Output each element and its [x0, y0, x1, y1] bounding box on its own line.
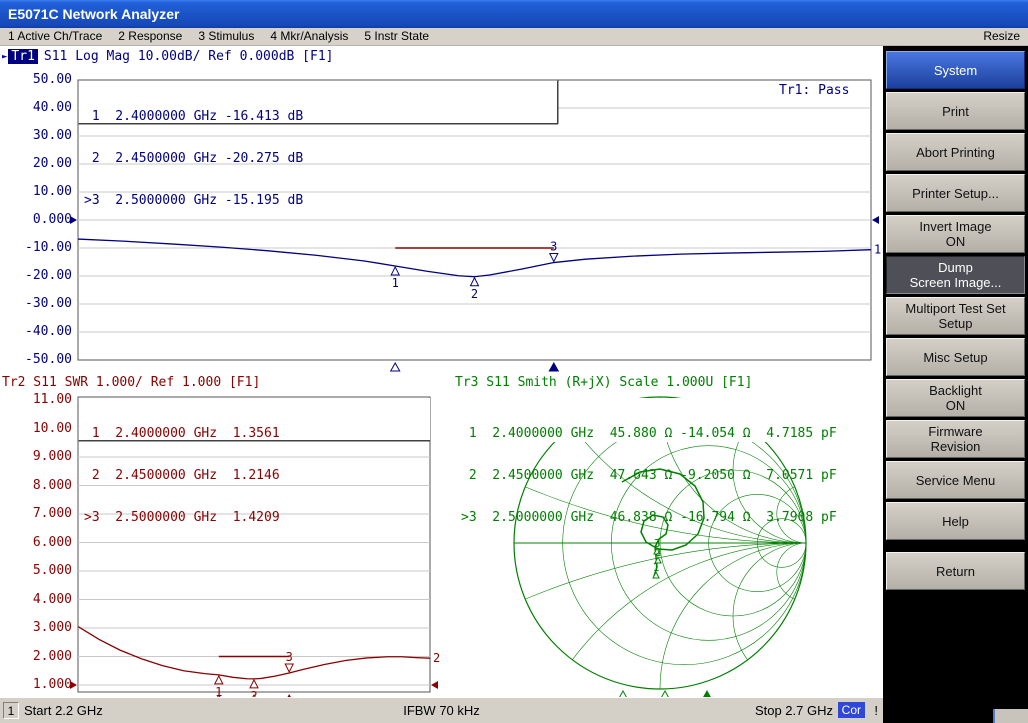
tr2-marker-table: 1 2.4000000 GHz 1.3561 2 2.4500000 GHz 1…: [79, 398, 430, 441]
tr3-marker-row: >3 2.5000000 GHz 46.838 Ω -16.794 Ω 3.79…: [461, 511, 858, 525]
softkey-invert-image-on[interactable]: Invert ImageON: [886, 215, 1025, 253]
softkey-abort-printing[interactable]: Abort Printing: [886, 133, 1025, 171]
stop-frequency: Stop 2.7 GHz: [755, 703, 833, 718]
svg-text:1: 1: [392, 276, 399, 290]
softkey-system[interactable]: System: [886, 51, 1025, 89]
tr3-header: Tr3 S11 Smith (R+jX) Scale 1.000U [F1]: [455, 375, 752, 390]
menu-1-active-ch-trace[interactable]: 1 Active Ch/Trace: [8, 28, 102, 45]
softkey-firmware-revision[interactable]: FirmwareRevision: [886, 420, 1025, 458]
softkey-print[interactable]: Print: [886, 92, 1025, 130]
menu-4-mkr-analysis[interactable]: 4 Mkr/Analysis: [270, 28, 348, 45]
warning-indicator: !: [874, 703, 878, 718]
tr2-header: Tr2 S11 SWR 1.000/ Ref 1.000 [F1]: [2, 375, 260, 390]
analyzer-screen: E5071C Network Analyzer 1 Active Ch/Trac…: [0, 0, 1028, 723]
tr1-chip: Tr1: [8, 49, 37, 64]
softkey-backlight-on[interactable]: BacklightON: [886, 379, 1025, 417]
tr3-marker-row: 2 2.4500000 GHz 47.643 Ω -9.2050 Ω 7.057…: [461, 469, 858, 483]
softkey-printer-setup[interactable]: Printer Setup...: [886, 174, 1025, 212]
tr1-marker-row: >3 2.5000000 GHz -15.195 dB: [84, 194, 557, 208]
svg-text:1: 1: [874, 243, 881, 257]
window-title: E5071C Network Analyzer: [8, 6, 179, 22]
window-titlebar: E5071C Network Analyzer: [0, 0, 1028, 28]
svg-text:3: 3: [286, 650, 293, 664]
menu-5-instr-state[interactable]: 5 Instr State: [364, 28, 429, 45]
instrument-display: 12311232321 ► Tr1 S11 Log Mag 10.00dB/ R…: [0, 46, 883, 697]
tr1-marker-row: 1 2.4000000 GHz -16.413 dB: [84, 110, 557, 124]
svg-text:2: 2: [471, 287, 478, 301]
tr1-pass-status: Tr1: Pass: [779, 83, 849, 98]
softkey-service-menu[interactable]: Service Menu: [886, 461, 1025, 499]
tr2-marker-row: 2 2.4500000 GHz 1.2146: [84, 469, 430, 483]
channel-indicator: 1: [3, 702, 19, 719]
softkey-misc-setup[interactable]: Misc Setup: [886, 338, 1025, 376]
tr1-marker-row: 2 2.4500000 GHz -20.275 dB: [84, 152, 557, 166]
tr2-marker-row: 1 2.4000000 GHz 1.3561: [84, 427, 430, 441]
softkey-multiport-test-set-setup[interactable]: Multiport Test SetSetup: [886, 297, 1025, 335]
svg-text:2: 2: [433, 651, 440, 665]
softkey-help[interactable]: Help: [886, 502, 1025, 540]
svg-text:3: 3: [550, 240, 557, 254]
menu-spacer: [429, 28, 983, 45]
tr1-header: ► Tr1 S11 Log Mag 10.00dB/ Ref 0.000dB […: [2, 49, 334, 64]
status-bar: 1 Start 2.2 GHz IFBW 70 kHz Stop 2.7 GHz…: [0, 697, 883, 723]
menu-bar: 1 Active Ch/Trace 2 Response 3 Stimulus 4 M…: [0, 28, 1028, 46]
active-trace-arrow-icon: ►: [2, 52, 7, 62]
tr1-marker-table: 1 2.4000000 GHz -16.413 dB 2 2.4500000 G…: [79, 81, 558, 124]
softkey-return[interactable]: Return: [886, 552, 1025, 590]
svg-text:1: 1: [653, 561, 660, 574]
ifbw-readout: IFBW 70 kHz: [403, 703, 480, 718]
tr3-marker-table: 1 2.4000000 GHz 45.880 Ω -14.054 Ω 4.718…: [456, 398, 858, 442]
background-window-fragment: [993, 709, 1028, 723]
softkey-dump-screen-image[interactable]: DumpScreen Image...: [886, 256, 1025, 294]
tr3-marker-row: 1 2.4000000 GHz 45.880 Ω -14.054 Ω 4.718…: [461, 427, 858, 441]
softkey-panel: SystemPrintAbort PrintingPrinter Setup..…: [883, 46, 1028, 723]
resize-button[interactable]: Resize: [983, 28, 1020, 45]
tr2-marker-row: >3 2.5000000 GHz 1.4209: [84, 511, 430, 525]
menu-items: 1 Active Ch/Trace 2 Response 3 Stimulus 4 M…: [8, 28, 429, 45]
menu-3-stimulus[interactable]: 3 Stimulus: [198, 28, 254, 45]
tr1-header-text: S11 Log Mag 10.00dB/ Ref 0.000dB [F1]: [44, 49, 334, 64]
menu-2-response[interactable]: 2 Response: [118, 28, 182, 45]
start-frequency: Start 2.2 GHz: [24, 703, 103, 718]
correction-badge: Cor: [838, 702, 865, 718]
